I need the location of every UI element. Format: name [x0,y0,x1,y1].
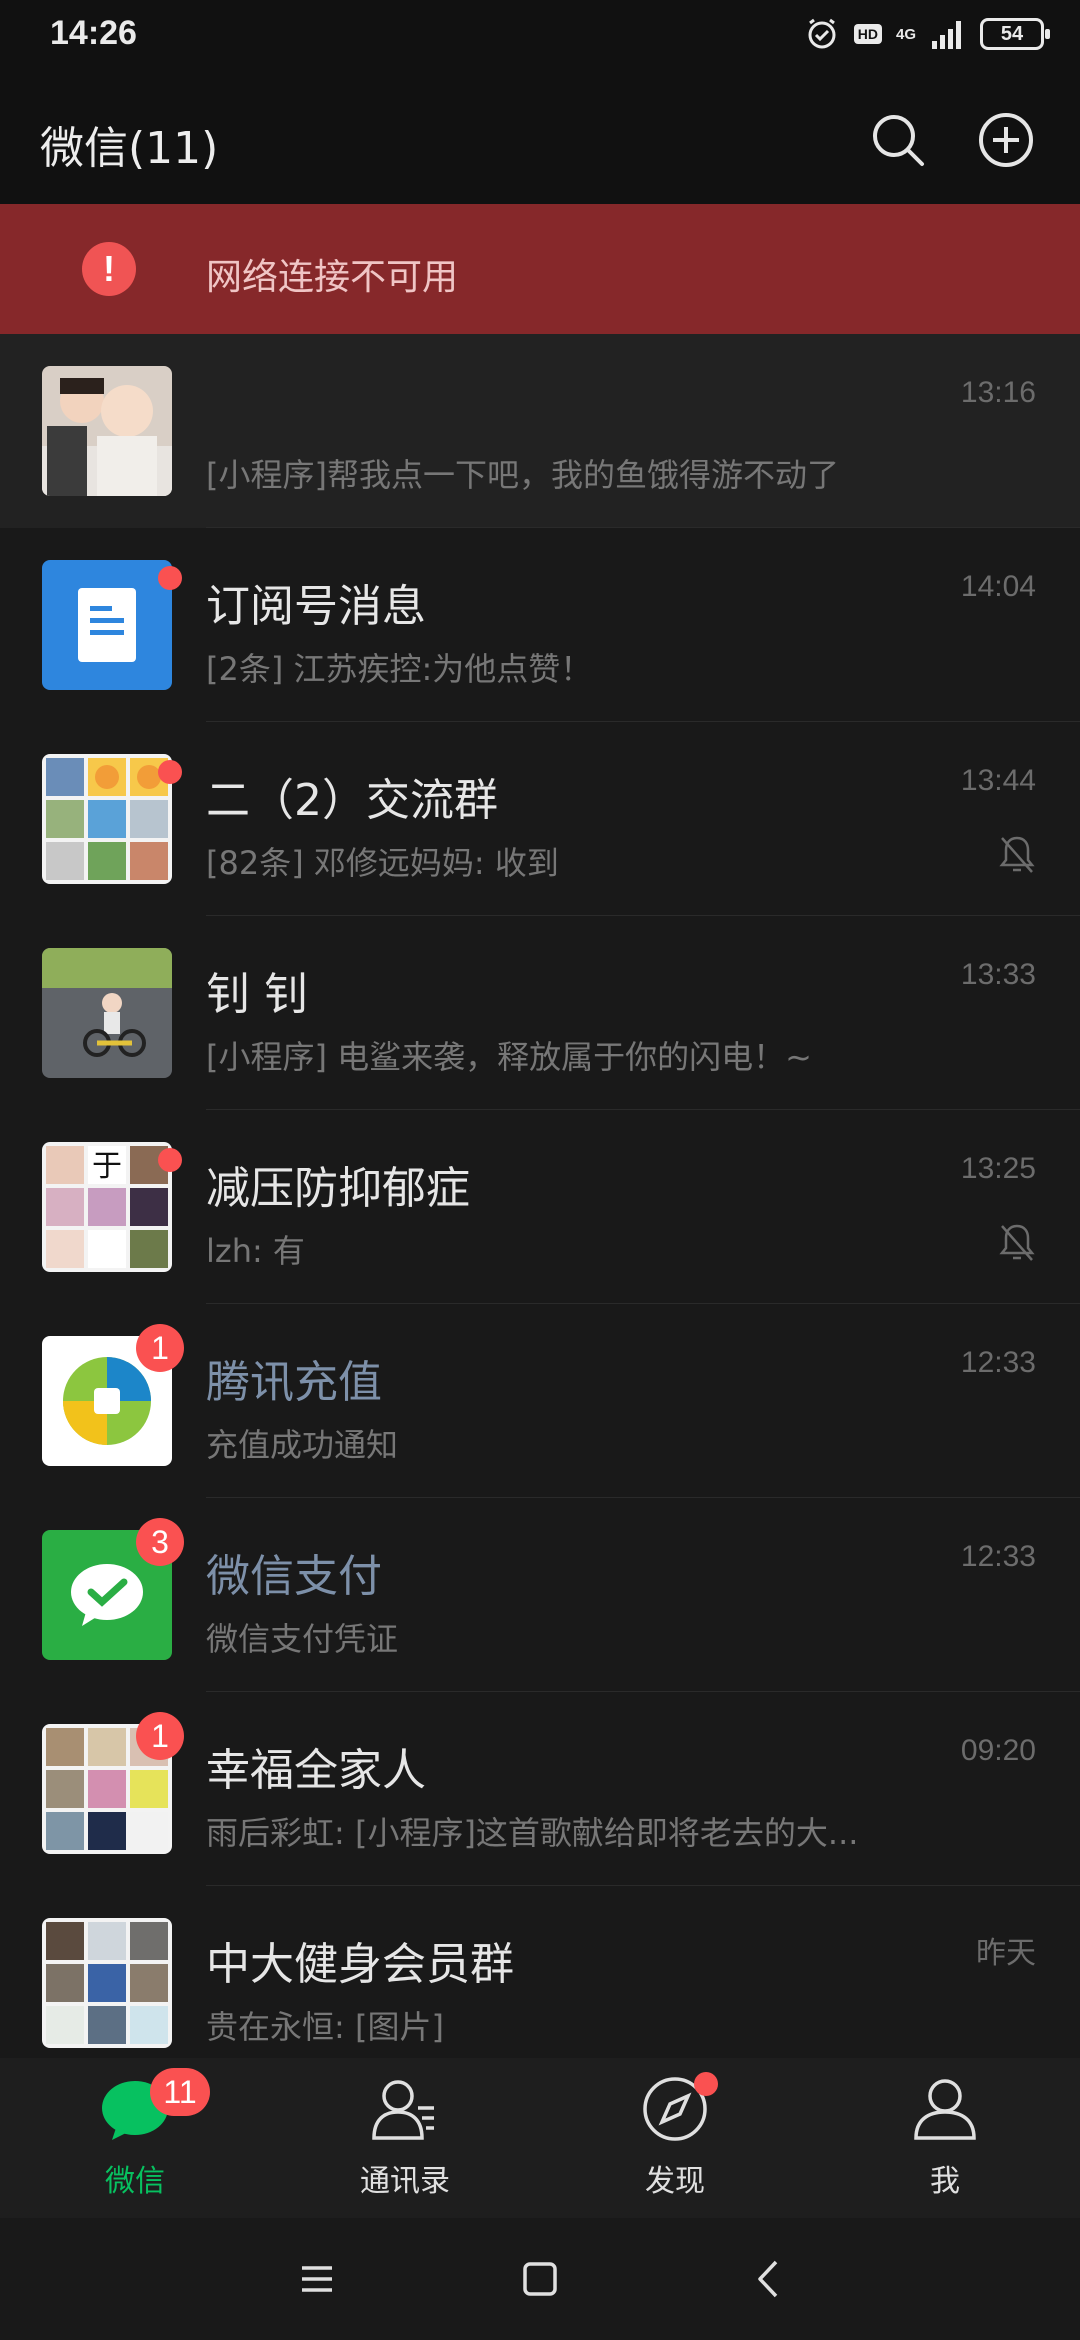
chat-preview: [2条] 江苏疾控:为他点赞！ [206,650,593,688]
group-avatar [42,1918,172,2048]
chat-time: 13:33 [960,958,1036,991]
menu-icon[interactable] [292,2254,342,2304]
tab-contacts[interactable]: 通讯录 [270,2058,540,2218]
system-nav-bar [0,2218,1080,2340]
status-time: 14:26 [50,14,137,52]
chat-preview: 充值成功通知 [206,1426,399,1464]
tab-me[interactable]: 我 [810,2058,1080,2218]
unread-badge: 3 [136,1518,184,1566]
network-banner[interactable]: ! 网络连接不可用 [0,204,1080,334]
chat-item[interactable]: 钊 钊 [小程序] 电鲨来袭，释放属于你的闪电！~ 13:33 [0,916,1080,1110]
avatar [42,366,172,496]
chat-time: 14:04 [960,570,1036,603]
chat-item[interactable]: 订阅号消息 [2条] 江苏疾控:为他点赞！ 14:04 [0,528,1080,722]
chat-time: 13:16 [960,376,1036,409]
status-bar: 14:26 HD 4G 54 [0,0,1080,76]
mute-bell-icon [999,1224,1035,1261]
chat-preview: 雨后彩虹: [小程序]这首歌献给即将老去的大... [206,1814,859,1852]
avatar [42,948,172,1078]
chat-name: 减压防抑郁症 [206,1163,470,1214]
unread-dot [158,760,182,784]
tab-label: 我 [930,2164,960,2199]
chat-item[interactable]: 1 腾讯充值 充值成功通知 12:33 [0,1304,1080,1498]
unread-dot [158,1148,182,1172]
tab-unread-badge: 11 [150,2068,210,2116]
tab-discover[interactable]: 发现 [540,2058,810,2218]
hd-icon: HD [853,24,882,44]
contacts-icon [372,2080,434,2140]
chat-time: 昨天 [976,1937,1036,1970]
tab-label: 微信 [105,2164,165,2199]
chat-preview: lzh: 有 [206,1232,305,1270]
status-icons: HD 4G 54 [804,16,1050,52]
chat-preview: [82条] 邓修远妈妈: 收到 [206,844,559,882]
header: 微信(11) [0,76,1080,204]
tab-unread-dot [694,2072,718,2096]
chat-name: 微信支付 [206,1551,382,1602]
person-icon [914,2079,976,2140]
network-banner-text: 网络连接不可用 [206,257,459,298]
chat-item[interactable]: [小程序]帮我点一下吧，我的鱼饿得游不动了 13:16 [0,334,1080,528]
chat-item[interactable]: 于 减压防抑郁症 lzh: 有 13:25 [0,1110,1080,1304]
mute-bell-icon [999,836,1035,873]
search-icon[interactable] [868,110,928,170]
chat-time: 12:33 [960,1346,1036,1379]
chat-name: 幸福全家人 [206,1745,426,1796]
tab-chats[interactable]: 11 微信 [0,2058,270,2218]
unread-badge: 1 [136,1712,184,1760]
chat-name: 腾讯充值 [206,1357,382,1408]
add-circle-icon[interactable] [976,110,1036,170]
group-avatar: 于 [42,1142,172,1272]
unread-dot [158,566,182,590]
chat-time: 13:44 [960,764,1036,797]
svg-text:于: 于 [92,1149,122,1184]
back-icon[interactable] [744,2254,794,2304]
tab-label: 通讯录 [360,2164,450,2199]
chat-item[interactable]: 3 微信支付 微信支付凭证 12:33 [0,1498,1080,1692]
chat-preview: [小程序] 电鲨来袭，释放属于你的闪电！~ [206,1038,812,1076]
chat-name: 钊 钊 [206,969,308,1020]
chat-preview: [小程序]帮我点一下吧，我的鱼饿得游不动了 [206,456,839,494]
chat-name: 中大健身会员群 [206,1939,514,1990]
chat-name: 订阅号消息 [206,581,426,632]
page-title: 微信(11) [40,123,219,174]
tab-bar: 11 微信 通讯录 发现 我 [0,2058,1080,2218]
chat-item[interactable]: 中大健身会员群 贵在永恒: [图片] 昨天 [0,1886,1080,2080]
chat-time: 12:33 [960,1540,1036,1573]
chat-list: [小程序]帮我点一下吧，我的鱼饿得游不动了 13:16 订阅号消息 [2条] 江… [0,334,1080,2080]
home-icon[interactable] [515,2254,565,2304]
chat-time: 09:20 [960,1734,1036,1767]
network-type: 4G [895,25,916,43]
chat-item[interactable]: 二（2）交流群 [82条] 邓修远妈妈: 收到 13:44 [0,722,1080,916]
chat-time: 13:25 [960,1152,1036,1185]
unread-badge: 1 [136,1324,184,1372]
chat-item[interactable]: 1 幸福全家人 雨后彩虹: [小程序]这首歌献给即将老去的大... 09:20 [0,1692,1080,1886]
tab-label: 发现 [645,2164,705,2199]
signal-icon [932,21,961,49]
chat-preview: 贵在永恒: [图片] [206,2008,444,2046]
alarm-icon [808,18,836,49]
battery-icon: 54 [980,18,1050,50]
chat-preview: 微信支付凭证 [206,1620,399,1658]
warning-icon: ! [82,242,136,296]
subscription-icon [42,560,172,690]
chat-name: 二（2）交流群 [206,775,498,826]
group-avatar [42,754,172,884]
